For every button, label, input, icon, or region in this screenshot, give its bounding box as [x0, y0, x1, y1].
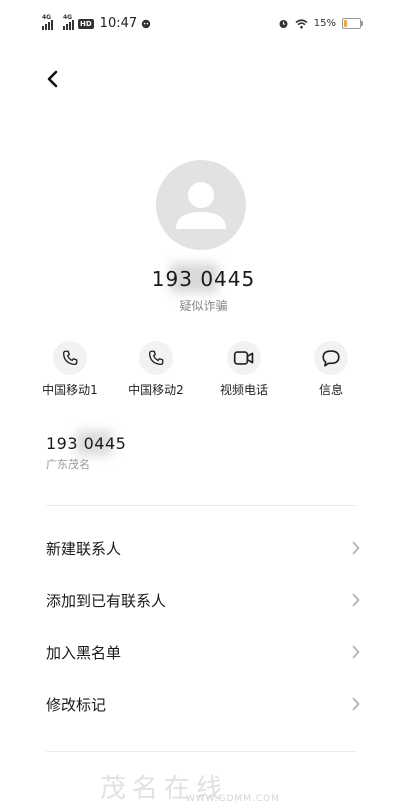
chevron-right-icon: [352, 697, 360, 711]
phone-number: 193 0445: [46, 434, 127, 453]
watermark: 茂名在线 WWW.GDMM.COM: [100, 768, 310, 808]
call-sim2-button[interactable]: 中国移动2: [111, 341, 201, 398]
chevron-right-icon: [352, 593, 360, 607]
divider: [46, 505, 357, 506]
menu-new-contact[interactable]: 新建联系人: [46, 525, 361, 571]
status-bar: 4G 4G HD 10:47 15%: [0, 0, 407, 44]
battery-percent: 15%: [313, 18, 336, 29]
status-left: 4G 4G HD 10:47: [42, 14, 151, 33]
contact-avatar: [156, 160, 246, 250]
menu-label: 添加到已有联系人: [46, 591, 167, 610]
menu-label: 加入黑名单: [46, 643, 122, 662]
call-detail-screen: 4G 4G HD 10:47 15% 193 0445 疑似诈骗 中国移动1 中…: [0, 0, 407, 810]
message-icon: [322, 350, 340, 367]
signal-icon: 4G: [42, 14, 53, 30]
status-time: 10:47: [99, 16, 138, 31]
phone-icon: [148, 350, 164, 366]
chevron-left-icon: [47, 70, 58, 88]
action-label: 视频电话: [219, 383, 268, 397]
menu-block[interactable]: 加入黑名单: [46, 629, 361, 675]
menu-edit-tag[interactable]: 修改标记: [46, 681, 361, 727]
number-detail[interactable]: 193 0445 广东茂名: [46, 434, 126, 472]
call-sim1-button[interactable]: 中国移动1: [25, 341, 115, 398]
menu-label: 新建联系人: [46, 539, 122, 558]
network-type: 4G: [63, 13, 73, 21]
network-type: 4G: [42, 13, 52, 21]
action-label: 信息: [318, 383, 343, 397]
action-label: 中国移动2: [128, 383, 184, 397]
person-icon: [176, 182, 226, 229]
signal-icon: 4G: [63, 14, 74, 30]
video-call-button[interactable]: 视频电话: [199, 341, 289, 398]
video-icon: [233, 351, 254, 365]
divider: [46, 751, 357, 752]
menu-add-to-existing[interactable]: 添加到已有联系人: [46, 577, 361, 623]
status-right: 15%: [278, 14, 363, 33]
menu-label: 修改标记: [46, 695, 107, 714]
fraud-tag: 疑似诈骗: [179, 299, 228, 313]
action-row: 中国移动1 中国移动2 视频电话 信息: [0, 341, 407, 401]
back-button[interactable]: [40, 66, 66, 92]
action-label: 中国移动1: [42, 383, 98, 397]
watermark-url: WWW.GDMM.COM: [186, 794, 280, 804]
chevron-right-icon: [352, 645, 360, 659]
phone-icon: [62, 350, 78, 366]
alarm-icon: [278, 14, 289, 33]
chat-bubble-icon: [141, 14, 151, 33]
number-location: 广东茂名: [46, 458, 90, 471]
hd-icon: HD: [78, 18, 94, 29]
chevron-right-icon: [352, 541, 360, 555]
message-button[interactable]: 信息: [286, 341, 376, 398]
wifi-icon: [295, 14, 308, 33]
phone-number-title: 193 0445: [151, 267, 256, 291]
battery-icon: [342, 18, 363, 29]
